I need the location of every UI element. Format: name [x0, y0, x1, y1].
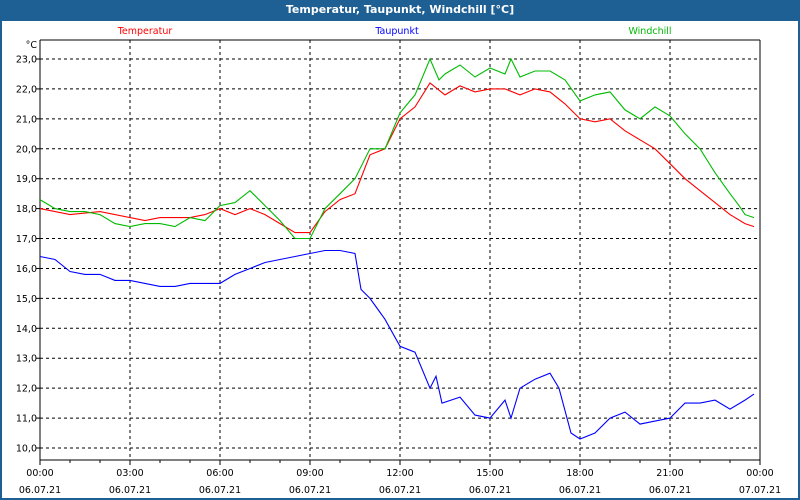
y-tick-label: 21,0	[16, 114, 37, 125]
x-tick-time: 21:00	[656, 468, 683, 479]
line-chart: 10,0 11,0 12,0 13,0 14,0 15,0 16,0 17,0 18,0 19,0…	[16, 26, 781, 496]
y-tick-label: 17,0	[16, 234, 37, 245]
x-tick-date: 06.07.21	[379, 485, 421, 496]
y-tick-label: 10,0	[16, 444, 37, 455]
x-tick-time: 18:00	[566, 468, 593, 479]
x-tick-date: 06.07.21	[289, 485, 331, 496]
y-tick-label: 22,0	[16, 84, 37, 95]
y-tick-label: 11,0	[16, 414, 37, 425]
x-tick-date: 07.07.21	[739, 485, 781, 496]
legend-windchill: Windchill	[628, 26, 671, 37]
legend-taupunkt: Taupunkt	[374, 26, 419, 37]
series-line-taupunkt	[39, 249, 755, 440]
y-axis-unit: °C	[26, 40, 38, 51]
series-line-temperatur	[39, 82, 755, 234]
x-tick-time: 06:00	[206, 468, 233, 479]
x-tick-date: 06.07.21	[559, 485, 601, 496]
legend-temperatur: Temperatur	[117, 26, 173, 37]
y-tick-label: 19,0	[16, 174, 37, 185]
y-tick-label: 12,0	[16, 384, 37, 395]
x-tick-time: 15:00	[476, 468, 503, 479]
y-tick-label: 23,0	[16, 55, 37, 66]
y-tick-label: 16,0	[16, 264, 37, 275]
x-tick-time: 00:00	[746, 468, 773, 479]
x-tick-date: 06.07.21	[199, 485, 241, 496]
y-tick-label: 18,0	[16, 204, 37, 215]
x-tick-date: 06.07.21	[649, 485, 691, 496]
x-tick-date: 06.07.21	[109, 485, 151, 496]
y-tick-label: 20,0	[16, 144, 37, 155]
x-tick-time: 03:00	[116, 468, 143, 479]
x-tick-date: 06.07.21	[469, 485, 511, 496]
x-tick-time: 00:00	[26, 468, 53, 479]
y-tick-label: 14,0	[16, 324, 37, 335]
y-tick-label: 15,0	[16, 294, 37, 305]
x-tick-time: 09:00	[296, 468, 323, 479]
x-tick-time: 12:00	[386, 468, 413, 479]
x-tick-date: 06.07.21	[19, 485, 61, 496]
y-tick-label: 13,0	[16, 354, 37, 365]
